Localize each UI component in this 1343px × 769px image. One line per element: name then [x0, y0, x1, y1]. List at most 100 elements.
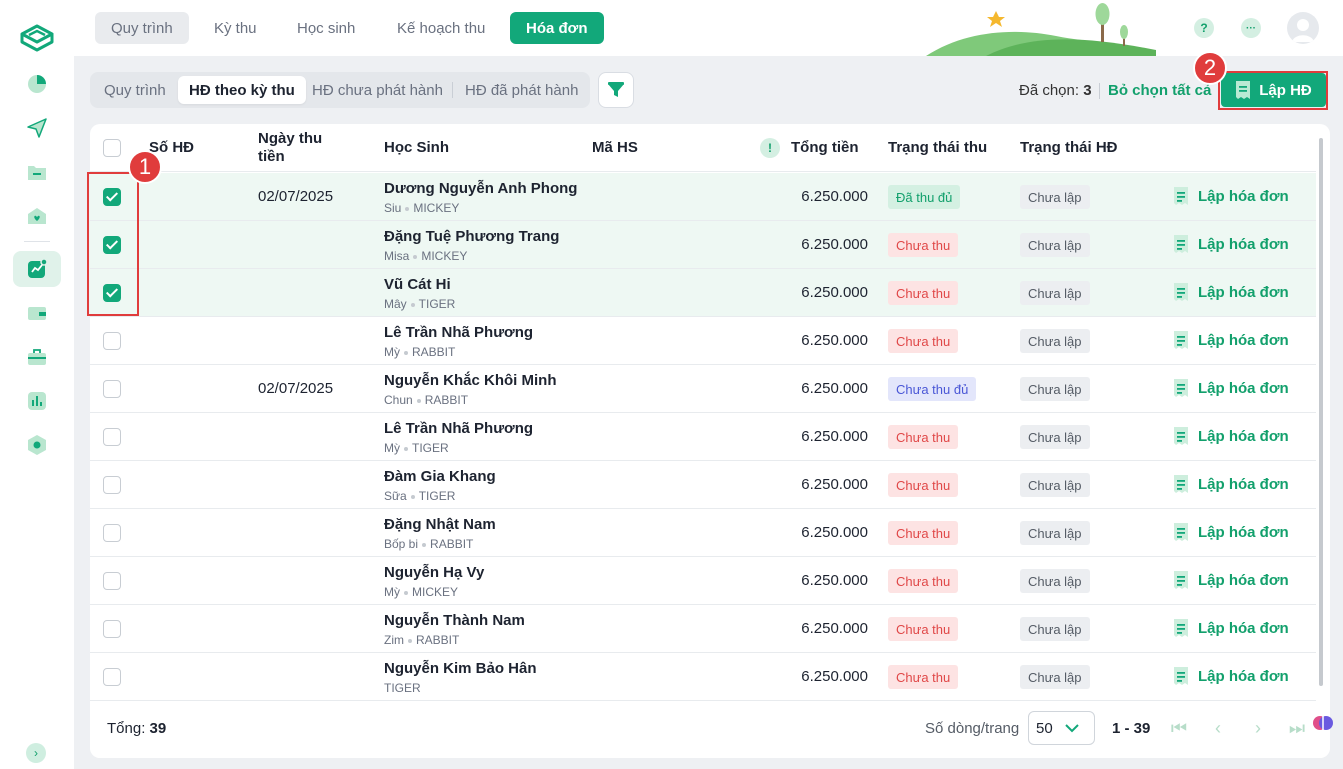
subtab-hd-da-phat-hanh[interactable]: HĐ đã phát hành [457, 76, 586, 104]
table-row[interactable]: Đàm Gia Khang Sữa TIGER 6.250.000 Chưa thu Ch… [90, 461, 1316, 509]
row-student-name[interactable]: Dương Nguyễn Anh Phong [384, 180, 577, 197]
deselect-all-link[interactable]: Bỏ chọn tất cả [1108, 82, 1211, 99]
nav-settings[interactable] [13, 427, 61, 463]
tab-ke-hoach-thu[interactable]: Kế hoạch thu [381, 12, 501, 44]
row-student-name[interactable]: Đàm Gia Khang [384, 468, 496, 485]
row-class: TIGER [418, 489, 456, 503]
row-student-meta: Mỳ TIGER [384, 441, 449, 455]
row-invoice-status-badge: Chưa lập [1020, 569, 1090, 593]
row-checkbox[interactable] [103, 428, 121, 446]
row-collect-status-badge: Chưa thu [888, 281, 959, 305]
row-amount: 6.250.000 [801, 620, 868, 637]
row-checkbox[interactable] [103, 284, 121, 302]
ai-assistant-icon[interactable] [1312, 712, 1334, 734]
table-row[interactable]: Lê Trần Nhã Phương Mỳ RABBIT 6.250.000 Chưa … [90, 317, 1316, 365]
create-invoice-link[interactable]: Lập hóa đơn [1173, 522, 1289, 542]
filter-button[interactable] [598, 72, 634, 108]
separator-dot [408, 638, 412, 643]
nav-dashboard[interactable] [13, 66, 61, 102]
create-invoice-link[interactable]: Lập hóa đơn [1173, 474, 1289, 494]
table-row[interactable]: 02/07/2025 Nguyễn Khắc Khôi Minh Chun RABBI… [90, 365, 1316, 413]
more-button[interactable]: ··· [1241, 18, 1261, 38]
col-invoice-status[interactable]: Trạng thái HĐ [1020, 139, 1118, 157]
table-row[interactable]: Vũ Cát Hi Mây TIGER 6.250.000 Chưa thu Chưa l… [90, 269, 1316, 317]
row-student-name[interactable]: Nguyễn Thành Nam [384, 612, 525, 629]
last-page-icon[interactable]: ⏭ [1286, 716, 1308, 740]
create-invoice-link[interactable]: Lập hóa đơn [1173, 186, 1289, 206]
row-invoice-status-badge: Chưa lập [1020, 473, 1090, 497]
row-student-name[interactable]: Vũ Cát Hi [384, 276, 451, 293]
table-row[interactable]: Đặng Nhật Nam Bốp bi RABBIT 6.250.000 Chưa t… [90, 509, 1316, 557]
row-checkbox[interactable] [103, 476, 121, 494]
create-invoice-link[interactable]: Lập hóa đơn [1173, 330, 1289, 350]
create-invoice-link-label: Lập hóa đơn [1198, 619, 1289, 637]
tab-quy-trinh[interactable]: Quy trình [95, 12, 189, 44]
table-row[interactable]: Lê Trần Nhã Phương Mỳ TIGER 6.250.000 Chưa t… [90, 413, 1316, 461]
create-invoice-link[interactable]: Lập hóa đơn [1173, 666, 1289, 686]
row-student-name[interactable]: Đặng Nhật Nam [384, 516, 496, 533]
expand-sidebar-button[interactable]: › [26, 743, 46, 763]
nav-folder[interactable] [13, 154, 61, 190]
nav-wallet[interactable] [13, 295, 61, 331]
tab-hoa-don[interactable]: Hóa đơn [510, 12, 604, 44]
row-checkbox[interactable] [103, 188, 121, 206]
col-total[interactable]: Tổng tiền [791, 139, 859, 157]
nav-work[interactable] [13, 339, 61, 375]
create-invoice-link[interactable]: Lập hóa đơn [1173, 426, 1289, 446]
nav-send[interactable] [13, 110, 61, 146]
row-student-name[interactable]: Đặng Tuệ Phương Trang [384, 228, 559, 245]
row-student-name[interactable]: Nguyễn Hạ Vy [384, 564, 484, 581]
row-checkbox[interactable] [103, 668, 121, 686]
nav-reports[interactable] [13, 383, 61, 419]
sidebar: › [0, 0, 74, 769]
col-collect-date[interactable]: Ngày thu tiền [258, 130, 338, 166]
rows-per-page-select[interactable]: 50 [1028, 711, 1095, 745]
avatar[interactable] [1287, 12, 1319, 44]
row-class: RABBIT [416, 633, 460, 647]
first-page-icon[interactable]: ⏮ [1168, 716, 1190, 740]
create-invoice-link[interactable]: Lập hóa đơn [1173, 570, 1289, 590]
row-student-name[interactable]: Nguyễn Khắc Khôi Minh [384, 372, 557, 389]
subtab-hd-chua-phat-hanh[interactable]: HĐ chưa phát hành [304, 76, 451, 104]
table-scrollbar[interactable] [1319, 138, 1323, 686]
nav-finance[interactable] [13, 251, 61, 287]
row-checkbox[interactable] [103, 524, 121, 542]
prev-page-icon[interactable]: ‹ [1207, 716, 1229, 740]
total-label: Tổng: [107, 720, 146, 737]
tab-ky-thu[interactable]: Kỳ thu [198, 12, 273, 44]
subtab-hd-theo-ky-thu[interactable]: HĐ theo kỳ thu [178, 76, 306, 104]
create-invoice-link[interactable]: Lập hóa đơn [1173, 234, 1289, 254]
help-button[interactable]: ? [1194, 18, 1214, 38]
row-student-name[interactable]: Nguyễn Kim Bảo Hân [384, 660, 537, 677]
row-student-meta: Sữa TIGER [384, 489, 455, 503]
col-student-id[interactable]: Mã HS [592, 139, 638, 157]
row-student-name[interactable]: Lê Trần Nhã Phương [384, 324, 533, 341]
create-invoice-link[interactable]: Lập hóa đơn [1173, 282, 1289, 302]
row-invoice-status-badge: Chưa lập [1020, 617, 1090, 641]
row-checkbox[interactable] [103, 620, 121, 638]
col-collect-status[interactable]: Trạng thái thu [888, 139, 987, 157]
row-collect-status-badge: Chưa thu [888, 329, 959, 353]
row-invoice-status-badge: Chưa lập [1020, 329, 1090, 353]
next-page-icon[interactable]: › [1247, 716, 1269, 740]
row-student-name[interactable]: Lê Trần Nhã Phương [384, 420, 533, 437]
nav-care[interactable] [13, 198, 61, 234]
tab-hoc-sinh[interactable]: Học sinh [281, 12, 371, 44]
row-checkbox[interactable] [103, 236, 121, 254]
table-row[interactable]: Nguyễn Kim Bảo Hân TIGER 6.250.000 Chưa thu… [90, 653, 1316, 701]
select-all-checkbox[interactable] [103, 139, 121, 157]
row-checkbox[interactable] [103, 380, 121, 398]
create-invoice-link[interactable]: Lập hóa đơn [1173, 378, 1289, 398]
table-row[interactable]: Đặng Tuệ Phương Trang Misa MICKEY 6.250.000… [90, 221, 1316, 269]
create-invoice-link[interactable]: Lập hóa đơn [1173, 618, 1289, 638]
table-row[interactable]: 02/07/2025 Dương Nguyễn Anh Phong Siu MICKE… [90, 173, 1316, 221]
table-row[interactable]: Nguyễn Hạ Vy Mỳ MICKEY 6.250.000 Chưa thu Chư… [90, 557, 1316, 605]
table-row[interactable]: Nguyễn Thành Nam Zim RABBIT 6.250.000 Chưa t… [90, 605, 1316, 653]
app-logo-icon[interactable] [18, 22, 56, 54]
create-invoice-button[interactable]: Lập HĐ [1221, 73, 1326, 107]
row-checkbox[interactable] [103, 572, 121, 590]
row-checkbox[interactable] [103, 332, 121, 350]
col-student[interactable]: Học Sinh [384, 139, 449, 157]
info-warning-icon[interactable]: ! [760, 138, 780, 158]
subtab-quy-trinh[interactable]: Quy trình [96, 76, 174, 104]
